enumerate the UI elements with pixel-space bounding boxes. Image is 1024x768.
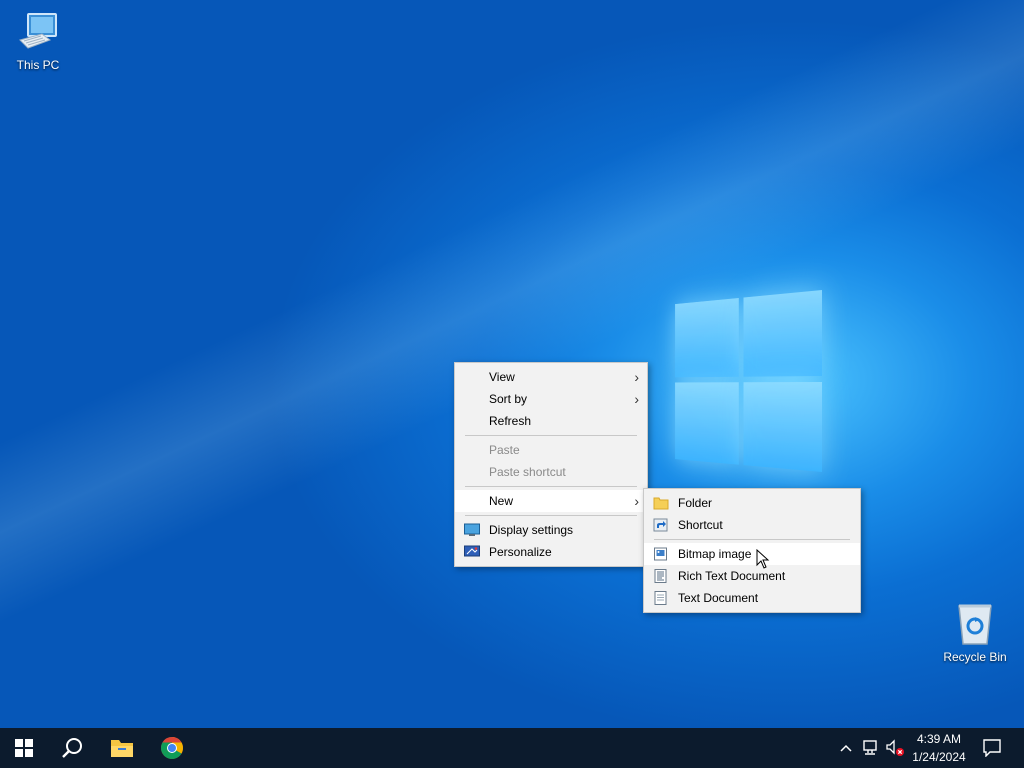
personalize-icon: [464, 545, 480, 557]
network-button[interactable]: [860, 728, 882, 768]
show-hidden-icons-button[interactable]: [836, 728, 856, 768]
menu-item-label: Paste: [489, 443, 520, 457]
search-icon: [62, 738, 82, 758]
chevron-right-icon: ›: [634, 493, 639, 509]
submenu-item-bitmap-image[interactable]: Bitmap image: [644, 543, 860, 565]
taskbar: 4:39 AM 1/24/2024: [0, 728, 1024, 768]
menu-item-label: Folder: [678, 496, 713, 510]
menu-item-label: Display settings: [489, 523, 574, 537]
menu-separator: [465, 435, 637, 436]
menu-item-personalize[interactable]: Personalize: [455, 541, 647, 563]
menu-item-label: Refresh: [489, 414, 532, 428]
file-explorer-button[interactable]: [98, 728, 146, 768]
menu-separator: [654, 539, 850, 540]
submenu-item-shortcut[interactable]: Shortcut: [644, 514, 860, 536]
menu-item-label: Text Document: [678, 591, 759, 605]
clock-date: 1/24/2024: [912, 750, 966, 764]
menu-item-label: Paste shortcut: [489, 465, 566, 479]
chrome-button[interactable]: [148, 728, 196, 768]
menu-item-view[interactable]: View ›: [455, 366, 647, 388]
chevron-up-icon: [840, 744, 852, 752]
menu-item-label: Rich Text Document: [678, 569, 786, 583]
volume-button[interactable]: [884, 728, 906, 768]
chevron-right-icon: ›: [634, 369, 639, 385]
menu-item-label: Bitmap image: [678, 547, 752, 561]
desktop-icon-this-pc[interactable]: This PC: [0, 10, 76, 72]
menu-item-label: Shortcut: [678, 518, 723, 532]
menu-item-paste: Paste: [455, 439, 647, 461]
desktop[interactable]: This PC Recycle Bin View › Sort by › Ref…: [0, 0, 1024, 728]
notification-icon: [983, 739, 1001, 757]
menu-item-label: View: [489, 370, 515, 384]
desktop-context-menu: View › Sort by › Refresh Paste Paste sho…: [454, 362, 648, 567]
volume-muted-icon: [886, 739, 904, 756]
menu-separator: [465, 486, 637, 487]
shortcut-icon: [653, 518, 668, 532]
clock-time: 4:39 AM: [916, 732, 962, 746]
chevron-right-icon: ›: [634, 391, 639, 407]
menu-item-label: New: [489, 494, 514, 508]
file-explorer-icon: [111, 740, 133, 757]
menu-item-paste-shortcut: Paste shortcut: [455, 461, 647, 483]
start-icon: [15, 739, 33, 757]
text-document-icon: [654, 591, 667, 605]
rich-text-icon: [654, 569, 667, 583]
submenu-item-text-document[interactable]: Text Document: [644, 587, 860, 609]
new-submenu: Folder Shortcut Bitmap image Rich Text D…: [643, 488, 861, 613]
bitmap-icon: [654, 547, 667, 561]
taskbar-clock[interactable]: 4:39 AM 1/24/2024: [905, 730, 973, 766]
action-center-button[interactable]: [978, 728, 1006, 768]
display-settings-icon: [464, 523, 480, 536]
computer-icon: [19, 13, 57, 49]
submenu-item-rich-text-document[interactable]: Rich Text Document: [644, 565, 860, 587]
menu-item-label: Personalize: [489, 545, 552, 559]
menu-separator: [465, 515, 637, 516]
menu-item-display-settings[interactable]: Display settings: [455, 519, 647, 541]
menu-item-refresh[interactable]: Refresh: [455, 410, 647, 432]
windows-logo-wallpaper: [675, 290, 822, 480]
folder-icon: [653, 497, 669, 510]
desktop-icon-label: Recycle Bin: [943, 650, 1007, 664]
menu-item-new[interactable]: New ›: [455, 490, 647, 512]
desktop-icon-recycle-bin[interactable]: Recycle Bin: [937, 602, 1013, 664]
submenu-item-folder[interactable]: Folder: [644, 492, 860, 514]
search-button[interactable]: [48, 728, 96, 768]
mouse-cursor-icon: [756, 549, 770, 569]
recycle-bin-icon: [958, 604, 992, 645]
menu-item-sort-by[interactable]: Sort by ›: [455, 388, 647, 410]
chrome-icon: [161, 737, 183, 759]
start-button[interactable]: [0, 728, 48, 768]
network-icon: [863, 740, 877, 755]
menu-item-label: Sort by: [489, 392, 528, 406]
desktop-icon-label: This PC: [16, 58, 60, 72]
